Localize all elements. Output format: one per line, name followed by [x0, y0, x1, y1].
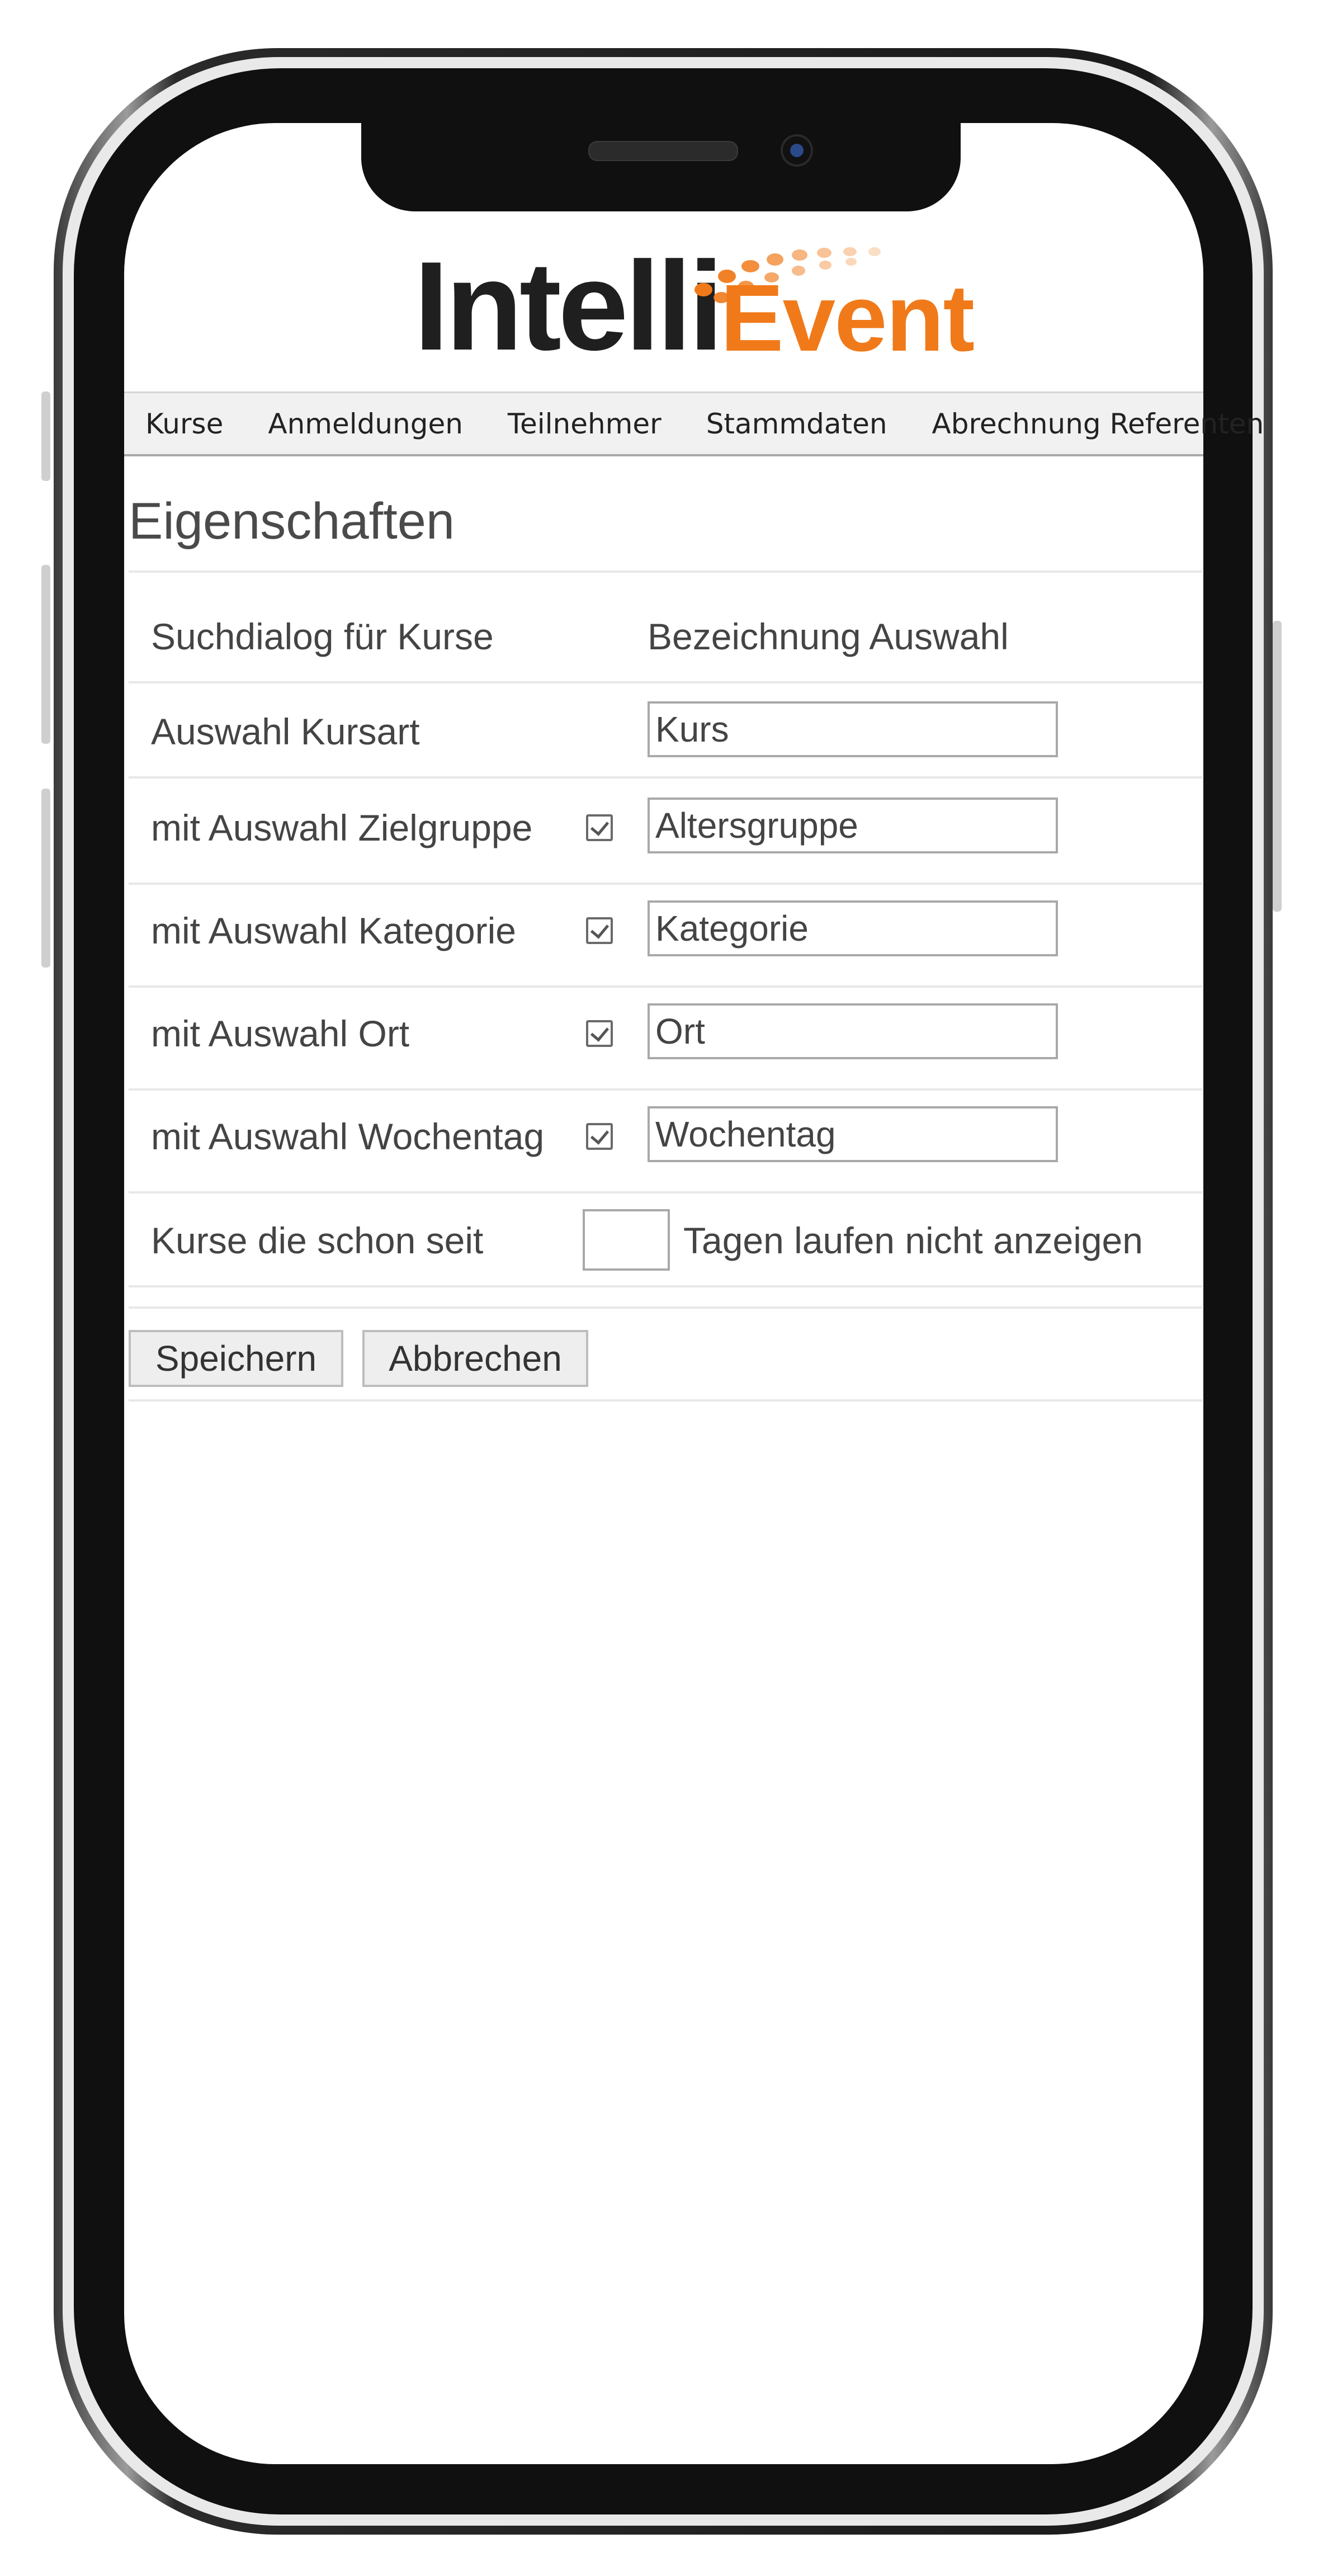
logo-text-intelli: Intelli — [414, 235, 724, 376]
search-dialog-label: Suchdialog für Kurse — [151, 616, 494, 657]
divider — [129, 1399, 1202, 1402]
page-title: Eigenschaften — [129, 493, 455, 550]
phone-screen — [124, 123, 1203, 2464]
divider — [129, 1285, 1202, 1287]
nav-item-stammdaten[interactable]: Stammdaten — [706, 408, 887, 440]
speaker-grille — [588, 141, 738, 161]
days-label-before: Kurse die schon seit — [151, 1220, 484, 1261]
logo-dots-icon — [694, 247, 881, 303]
divider — [129, 985, 1202, 988]
nav-item-anmeldungen[interactable]: Anmeldungen — [268, 408, 463, 440]
divider — [129, 681, 1202, 683]
front-camera — [781, 134, 813, 167]
course-type-field[interactable] — [648, 701, 1058, 757]
category-label: mit Auswahl Kategorie — [151, 910, 517, 951]
nav-item-abrechnung-referenten[interactable]: Abrechnung Referenten — [932, 408, 1264, 440]
nav-item-teilnehmer[interactable]: Teilnehmer — [508, 408, 662, 440]
target-group-checkbox[interactable] — [586, 814, 613, 841]
days-input[interactable] — [583, 1209, 670, 1271]
phone-power-button — [1273, 621, 1282, 912]
phone-side-button — [41, 391, 50, 481]
divider — [129, 570, 1202, 573]
phone-volume-up-button — [41, 565, 50, 744]
category-checkbox[interactable] — [586, 917, 613, 944]
days-label-after: Tagen laufen nicht anzeigen — [683, 1220, 1143, 1261]
selection-column-heading: Bezeichnung Auswahl — [648, 616, 1009, 657]
divider — [129, 1191, 1202, 1193]
divider — [129, 1088, 1202, 1091]
phone-notch — [361, 123, 961, 211]
main-navigation: Kurse Anmeldungen Teilnehmer Stammdaten … — [124, 391, 1264, 456]
weekday-checkbox[interactable] — [586, 1123, 613, 1150]
phone-volume-down-button — [41, 789, 50, 968]
divider — [129, 883, 1202, 885]
cancel-button[interactable]: Abbrechen — [362, 1330, 588, 1387]
course-type-label: Auswahl Kursart — [151, 711, 420, 752]
divider — [129, 1306, 1202, 1309]
divider — [129, 776, 1202, 779]
location-label: mit Auswahl Ort — [151, 1013, 410, 1054]
target-group-field[interactable] — [648, 798, 1058, 853]
location-field[interactable] — [648, 1003, 1058, 1059]
location-checkbox[interactable] — [586, 1020, 613, 1047]
nav-item-kurse[interactable]: Kurse — [145, 408, 223, 440]
weekday-label: mit Auswahl Wochentag — [151, 1116, 545, 1157]
save-button[interactable]: Speichern — [129, 1330, 343, 1387]
target-group-label: mit Auswahl Zielgruppe — [151, 807, 533, 848]
category-field[interactable] — [648, 900, 1058, 956]
weekday-field[interactable] — [648, 1106, 1058, 1162]
